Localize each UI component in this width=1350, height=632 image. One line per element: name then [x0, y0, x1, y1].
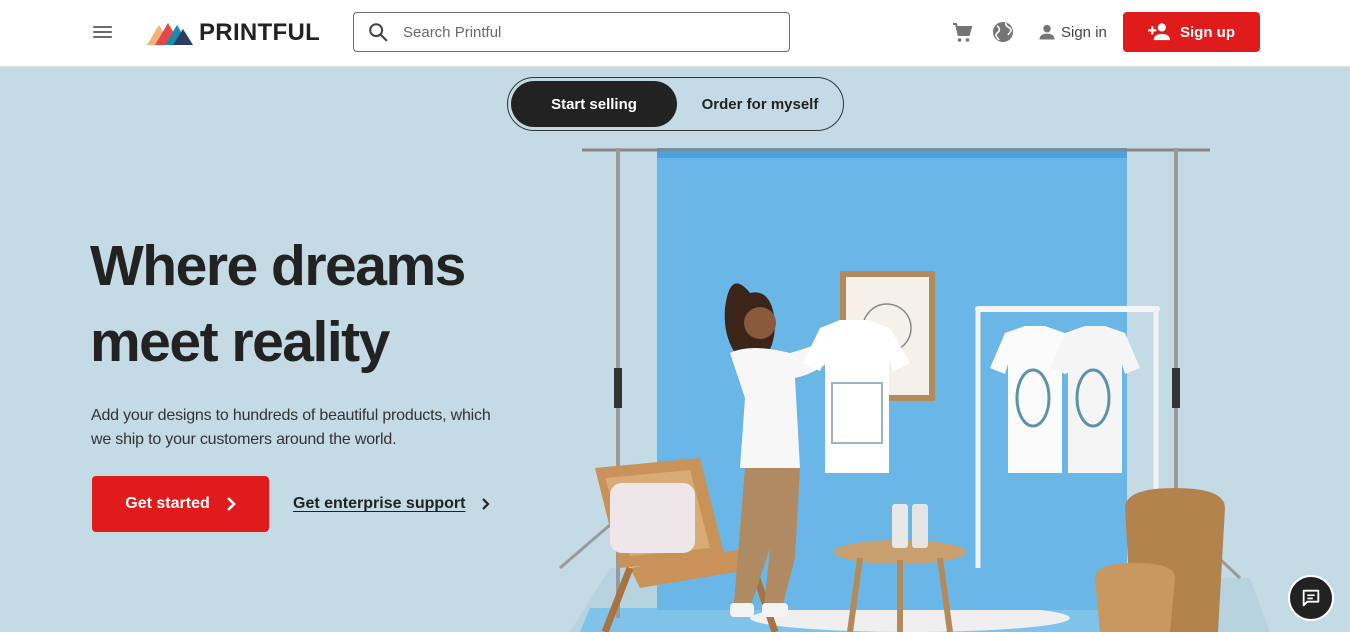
get-started-label: Get started: [125, 495, 210, 512]
tab-start-selling[interactable]: Start selling: [511, 81, 677, 127]
chevron-right-icon: [482, 498, 491, 510]
chevron-right-icon: [226, 497, 236, 511]
hero-subtext: Add your designs to hundreds of beautifu…: [91, 407, 491, 448]
sign-in-label: Sign in: [1061, 23, 1107, 41]
search-icon: [369, 23, 388, 42]
hero-headline: Where dreams meet reality: [90, 228, 550, 380]
tab-order-for-myself[interactable]: Order for myself: [680, 81, 840, 127]
chat-bubble-icon[interactable]: [1288, 575, 1334, 621]
search-input[interactable]: [403, 14, 773, 50]
user-icon: [1039, 24, 1055, 40]
hero-photo: [559, 148, 1270, 632]
cart-icon[interactable]: [950, 21, 974, 50]
hamburger-menu-icon[interactable]: [92, 24, 114, 40]
get-started-button[interactable]: Get started: [92, 476, 269, 532]
enterprise-support-label: Get enterprise support: [293, 495, 466, 512]
search-box[interactable]: [353, 12, 790, 52]
add-user-icon: [1148, 23, 1170, 41]
audience-toggle: Start selling Order for myself: [507, 77, 844, 131]
sign-in-link[interactable]: Sign in: [1037, 20, 1107, 44]
hero-section: Start selling Order for myself Where dre…: [0, 68, 1350, 632]
logo-text: PRINTFUL: [199, 19, 321, 46]
enterprise-support-link[interactable]: Get enterprise support: [293, 492, 491, 516]
headline-line-2: meet reality: [90, 310, 390, 374]
sign-up-label: Sign up: [1180, 23, 1235, 41]
globe-icon[interactable]: [991, 20, 1015, 49]
printful-logo[interactable]: PRINTFUL: [147, 19, 320, 47]
sign-up-button[interactable]: Sign up: [1123, 12, 1260, 52]
headline-line-1: Where dreams: [90, 234, 466, 298]
top-navigation-bar: PRINTFUL Sign in: [0, 0, 1350, 67]
printful-logo-mark-icon: [147, 23, 193, 45]
